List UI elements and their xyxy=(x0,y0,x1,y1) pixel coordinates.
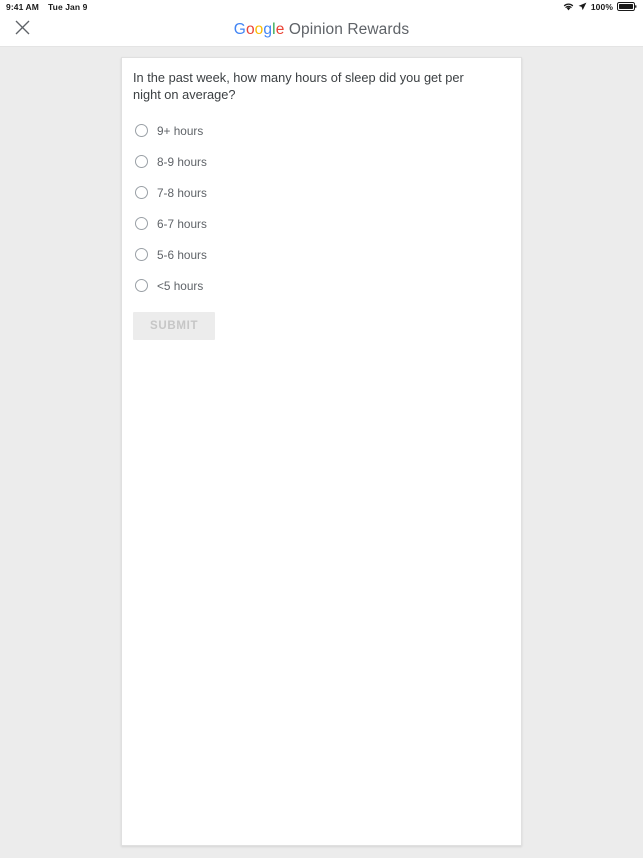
radio-button-icon[interactable] xyxy=(135,186,148,199)
status-bar-right: 100% xyxy=(563,1,637,13)
radio-button-icon[interactable] xyxy=(135,217,148,230)
survey-option-row[interactable]: 6-7 hours xyxy=(133,208,510,239)
logo-letter-o1: o xyxy=(245,21,255,38)
survey-option-row[interactable]: 8-9 hours xyxy=(133,146,510,177)
app-title-suffix: Opinion Rewards xyxy=(284,21,410,38)
status-date: Tue Jan 9 xyxy=(47,2,88,12)
survey-card: In the past week, how many hours of slee… xyxy=(121,57,522,846)
app-header: Google Opinion Rewards xyxy=(0,14,643,47)
status-bar: 9:41 AM Tue Jan 9 100% xyxy=(0,0,643,14)
survey-options-list: 9+ hours 8-9 hours 7-8 hours 6-7 hours 5… xyxy=(133,115,510,301)
survey-question: In the past week, how many hours of slee… xyxy=(133,70,464,102)
content-area: In the past week, how many hours of slee… xyxy=(0,47,643,858)
radio-button-icon[interactable] xyxy=(135,124,148,137)
radio-button-icon[interactable] xyxy=(135,248,148,261)
survey-option-label: <5 hours xyxy=(157,278,204,293)
app-title: Google Opinion Rewards xyxy=(234,21,409,39)
radio-button-icon[interactable] xyxy=(135,279,148,292)
radio-button-icon[interactable] xyxy=(135,155,148,168)
location-arrow-icon xyxy=(578,2,587,13)
wifi-icon xyxy=(563,2,574,13)
battery-full-icon xyxy=(617,1,637,13)
survey-option-label: 8-9 hours xyxy=(157,154,207,169)
battery-percentage: 100% xyxy=(590,2,613,12)
submit-button[interactable]: SUBMIT xyxy=(133,312,216,340)
logo-letter-g2: g xyxy=(263,21,273,38)
survey-option-label: 6-7 hours xyxy=(157,216,207,231)
survey-option-label: 5-6 hours xyxy=(157,247,207,262)
logo-letter-g1: G xyxy=(233,21,246,38)
survey-option-row[interactable]: 5-6 hours xyxy=(133,239,510,270)
status-time: 9:41 AM xyxy=(6,2,39,12)
status-bar-left: 9:41 AM Tue Jan 9 xyxy=(6,2,87,12)
close-button[interactable] xyxy=(10,18,34,42)
survey-option-row[interactable]: <5 hours xyxy=(133,270,510,301)
survey-option-label: 7-8 hours xyxy=(157,185,207,200)
close-icon xyxy=(15,20,30,40)
survey-option-row[interactable]: 7-8 hours xyxy=(133,177,510,208)
submit-button-container: SUBMIT xyxy=(133,312,510,340)
survey-option-label: 9+ hours xyxy=(157,123,204,138)
survey-option-row[interactable]: 9+ hours xyxy=(133,115,510,146)
